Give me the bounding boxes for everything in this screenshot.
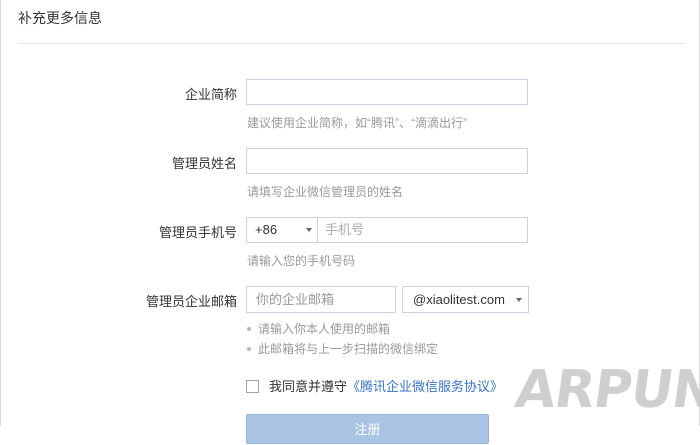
email-hint-1: 请输入你本人使用的邮箱	[247, 320, 390, 337]
agreement-text: 我同意并遵守	[269, 379, 348, 394]
admin-name-label: 管理员姓名	[171, 156, 237, 171]
company-short-name-hint: 建议使用企业简称，如“腾讯”、“滴滴出行”	[247, 116, 467, 130]
watermark-logo: ARPUN.COM	[511, 360, 700, 420]
page-title: 补充更多信息	[18, 10, 102, 26]
bullet-icon	[247, 346, 251, 351]
title-divider	[18, 43, 685, 44]
admin-email-input[interactable]: 你的企业邮箱	[246, 286, 396, 313]
admin-phone-field: +86 手机号	[246, 217, 528, 243]
bullet-icon	[247, 326, 251, 331]
email-domain-value: @xiaolitest.com	[413, 292, 505, 307]
chevron-down-icon	[306, 228, 312, 232]
phone-number-input[interactable]: 手机号	[319, 218, 364, 242]
agreement-checkbox[interactable]	[246, 380, 259, 394]
admin-email-label: 管理员企业邮箱	[145, 294, 237, 309]
agreement-link[interactable]: 《腾讯企业微信服务协议》	[347, 379, 503, 394]
agreement-row: 我同意并遵守《腾讯企业微信服务协议》	[246, 376, 503, 395]
left-frame-border	[0, 0, 1, 426]
register-button[interactable]: 注册	[246, 414, 489, 444]
email-hint-1-text: 请输入你本人使用的邮箱	[258, 322, 391, 336]
company-short-name-label: 企业简称	[184, 87, 237, 102]
email-hint-2-text: 此邮箱将与上一步扫描的微信绑定	[258, 342, 439, 356]
email-domain-select[interactable]: @xiaolitest.com	[402, 286, 529, 313]
country-code-select[interactable]: +86	[247, 218, 318, 242]
company-short-name-input[interactable]	[246, 79, 528, 105]
chevron-down-icon	[516, 298, 522, 302]
email-hint-2: 此邮箱将与上一步扫描的微信绑定	[247, 340, 438, 357]
admin-name-hint: 请填写企业微信管理员的姓名	[247, 185, 404, 199]
admin-name-input[interactable]	[246, 148, 528, 174]
country-code-value: +86	[255, 222, 278, 237]
admin-phone-label: 管理员手机号	[158, 225, 237, 240]
admin-phone-hint: 请输入您的手机号码	[247, 254, 356, 268]
